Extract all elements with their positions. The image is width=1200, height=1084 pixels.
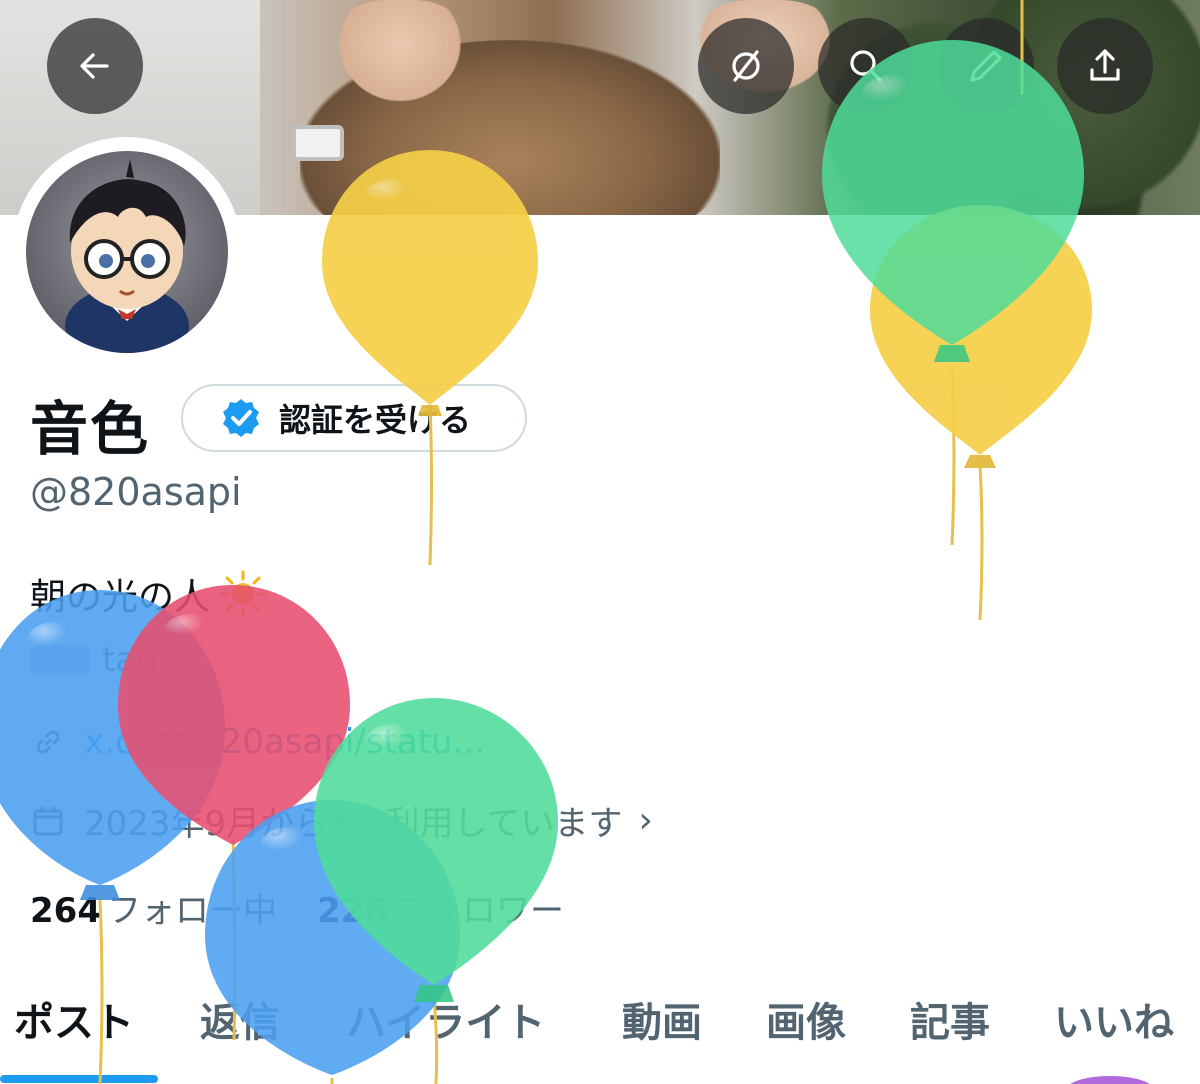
tab-highlights[interactable]: ハイライト <box>346 990 545 1048</box>
get-verified-button[interactable]: 認証を受ける <box>181 384 527 452</box>
active-tab-indicator <box>0 1075 158 1083</box>
followers-count[interactable]: 226 <box>317 891 388 931</box>
profile-tabs: ポスト 返信 ハイライト 動画 画像 記事 いいね <box>0 990 1200 1084</box>
tab-likes[interactable]: いいね <box>1054 990 1174 1048</box>
tag-chip <box>30 645 90 675</box>
tab-replies[interactable]: 返信 <box>200 990 280 1048</box>
tab-articles[interactable]: 記事 <box>910 990 990 1048</box>
banner-hand <box>330 0 470 110</box>
avatar[interactable] <box>12 137 242 367</box>
bio: 朝の光の人 <box>30 568 268 620</box>
anime-character-illustration <box>65 159 189 353</box>
link-icon <box>36 730 60 754</box>
follow-stats: 264 フォロー中 226 フォロワー <box>30 883 604 932</box>
profile-link[interactable]: x.com/820asapi/statu... <box>84 722 485 762</box>
tag-text: tag <box>102 640 158 680</box>
profile-link-row[interactable]: x.com/820asapi/statu... <box>30 722 485 762</box>
tab-posts[interactable]: ポスト <box>14 990 134 1048</box>
grok-button[interactable] <box>698 18 794 114</box>
join-date-row[interactable]: 2023年9月からXを利用しています › <box>30 796 653 845</box>
edit-button[interactable] <box>938 18 1034 114</box>
tab-videos[interactable]: 動画 <box>622 990 702 1048</box>
back-arrow-icon <box>80 53 109 79</box>
join-date-text: 2023年9月からXを利用しています <box>84 804 623 844</box>
verified-badge-icon <box>223 399 259 437</box>
back-button[interactable] <box>47 18 143 114</box>
search-button[interactable] <box>818 18 914 114</box>
profile-tag-row: tag <box>30 640 158 680</box>
balloon-yellow-right <box>870 205 1092 468</box>
calendar-icon <box>33 806 63 835</box>
avatar-image <box>26 151 228 353</box>
banner-watch <box>292 125 344 161</box>
sun-emoji-icon <box>219 570 267 618</box>
grok-icon <box>732 50 760 82</box>
get-verified-label: 認証を受ける <box>279 401 472 439</box>
bio-text: 朝の光の人 <box>30 577 211 618</box>
chevron-right-icon: › <box>638 800 653 841</box>
share-button[interactable] <box>1057 18 1153 114</box>
username-handle: @820asapi <box>30 470 242 514</box>
tab-images[interactable]: 画像 <box>766 990 846 1048</box>
share-icon <box>1090 49 1120 81</box>
edit-icon <box>970 50 1002 82</box>
following-count[interactable]: 264 <box>30 891 101 931</box>
search-icon <box>850 50 882 82</box>
following-label[interactable]: フォロー中 <box>107 883 277 932</box>
followers-label[interactable]: フォロワー <box>394 883 564 932</box>
display-name: 音色 <box>30 395 151 463</box>
